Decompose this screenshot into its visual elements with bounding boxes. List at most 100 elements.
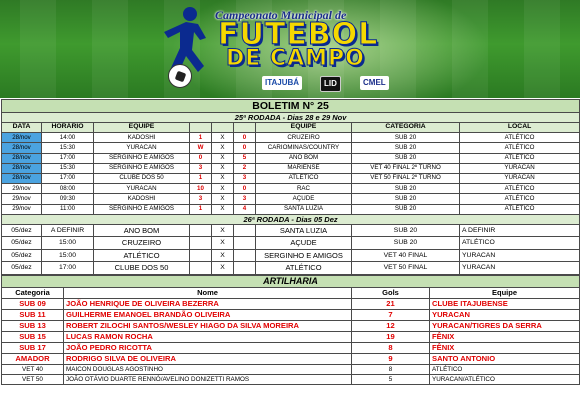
match-time: A DEFINIR xyxy=(41,223,94,238)
scorer-name: JOÃO PEDRO RICOTTA xyxy=(63,342,352,355)
match-row: 05/dez 15:00 ATLÉTICO X SERGINHO E AMIGOS VET… xyxy=(1,248,580,263)
scorer-category: SUB 15 xyxy=(1,331,64,344)
match-vs: X xyxy=(211,152,234,164)
match-vs: X xyxy=(211,261,234,276)
match-home-team: KADOSHI xyxy=(93,193,190,205)
match-away-score: 0 xyxy=(233,132,256,144)
match-home-team: SERGINHO E AMIGOS xyxy=(93,152,190,164)
col-categoria: CATEGORIA xyxy=(351,121,460,134)
match-row: 28/nov 17:00 SERGINHO E AMIGOS 0 X 5 ANO BOM SU… xyxy=(1,152,580,164)
match-time: 17:00 xyxy=(41,152,94,164)
match-category: SUB 20 xyxy=(351,152,460,164)
match-date: 28/nov xyxy=(1,152,42,164)
match-category: SUB 20 xyxy=(351,193,460,205)
match-category: VET 50 FINAL xyxy=(351,261,460,276)
scorer-name: RODRIGO SILVA DE OLIVEIRA xyxy=(63,353,352,366)
match-vs: X xyxy=(211,132,234,144)
col-equipe-away: EQUIPE xyxy=(255,121,352,134)
scorer-category: SUB 17 xyxy=(1,342,64,355)
match-time: 15:30 xyxy=(41,142,94,154)
match-home-score: 1 xyxy=(189,172,212,185)
scorer-team: FÊNIX xyxy=(428,331,580,344)
match-time: 17:00 xyxy=(41,261,94,276)
match-local: ATLÉTICO xyxy=(458,142,580,154)
match-date: 05/dez xyxy=(1,236,42,250)
match-local: YURACAN xyxy=(458,172,580,185)
match-time: 15:00 xyxy=(41,236,94,250)
match-time: 15:00 xyxy=(41,248,94,263)
artilharia-title: ARTILHARIA xyxy=(0,275,580,289)
scorer-goals: 8 xyxy=(351,342,430,355)
scorer-team: CLUBE ITAJUBENSE xyxy=(428,298,580,311)
match-category: VET 40 FINAL xyxy=(351,248,460,263)
banner-title-line2: DE CAMPO xyxy=(226,46,365,72)
match-date: 05/dez xyxy=(1,261,42,276)
scorer-category: SUB 11 xyxy=(1,309,64,322)
scorer-team: ATLÉTICO xyxy=(428,364,580,376)
match-home-score: W xyxy=(189,142,212,154)
match-local: YURACAN xyxy=(458,162,580,174)
match-category: SUB 20 xyxy=(351,236,460,250)
match-category: SUB 20 xyxy=(351,132,460,144)
col-horario: HORÁRIO xyxy=(41,121,94,134)
match-home-team: CLUBE DOS 50 xyxy=(93,172,190,185)
col-score-home xyxy=(189,121,212,134)
scorer-category: SUB 09 xyxy=(1,298,64,311)
sponsor-logo-cmel: CMEL xyxy=(360,76,389,90)
match-row: 28/nov 15:30 SERGINHO E AMIGOS 3 X 2 MARIENSE V… xyxy=(1,162,580,174)
match-home-team: ATLÉTICO xyxy=(93,248,190,263)
sponsor-logo-itajuba: ITAJUBÁ xyxy=(262,76,303,90)
match-local: YURACAN xyxy=(458,261,580,276)
scorer-name: JOÃO HENRIQUE DE OLIVEIRA BEZERRA xyxy=(63,298,352,311)
match-home-team: ANO BOM xyxy=(93,223,190,238)
match-away-team: ATLÉTICO xyxy=(255,172,352,185)
match-row: 05/dez 17:00 CLUBE DOS 50 X ATLÉTICO VET 50 F… xyxy=(1,261,580,276)
match-home-score: 3 xyxy=(189,193,212,205)
match-home-team: CLUBE DOS 50 xyxy=(93,261,190,276)
scorer-row: VET 50 JOÃO OTÁVIO DUARTE RENNÓ/AVELINO D… xyxy=(1,374,580,386)
match-away-team: SANTA LUZIA xyxy=(255,223,352,238)
match-home-team: KADOSHI xyxy=(93,132,190,144)
match-away-score: 3 xyxy=(233,193,256,205)
scorer-name: GUILHERME EMANOEL BRANDÃO OLIVEIRA xyxy=(63,309,352,322)
scorer-row: VET 40 MAICON DOUGLAS AGOSTINHO 8 ATLÉTICO xyxy=(1,364,580,376)
match-away-team: AÇUDE xyxy=(255,236,352,250)
match-vs: X xyxy=(211,223,234,238)
scorer-row: SUB 13 ROBERT ZILOCHI SANTOS/WESLEY HIAGO… xyxy=(1,320,580,333)
scorer-goals: 7 xyxy=(351,309,430,322)
col-equipe-home: EQUIPE xyxy=(93,121,190,134)
match-vs: X xyxy=(211,248,234,263)
match-date: 29/nov xyxy=(1,193,42,205)
match-home-team: CRUZEIRO xyxy=(93,236,190,250)
match-time: 14:00 xyxy=(41,132,94,144)
match-category: SUB 20 xyxy=(351,223,460,238)
scorer-row: SUB 17 JOÃO PEDRO RICOTTA 8 FÊNIX xyxy=(1,342,580,355)
match-away-score xyxy=(233,236,256,250)
scorer-goals: 9 xyxy=(351,353,430,366)
scorer-name: MAICON DOUGLAS AGOSTINHO xyxy=(63,364,352,376)
match-away-score: 4 xyxy=(233,203,256,215)
match-away-team: SERGINHO E AMIGOS xyxy=(255,248,352,263)
scorer-row: AMADOR RODRIGO SILVA DE OLIVEIRA 9 SANTO AN… xyxy=(1,353,580,366)
round2-title-row: 26ª RODADA - Dias 05 Dez xyxy=(0,213,580,225)
match-category: SUB 20 xyxy=(351,203,460,215)
match-vs: X xyxy=(211,142,234,154)
match-away-score: 2 xyxy=(233,162,256,174)
match-local: ATLÉTICO xyxy=(458,193,580,205)
col-score-away xyxy=(233,121,256,134)
match-local: ATLÉTICO xyxy=(458,132,580,144)
match-category: SUB 20 xyxy=(351,183,460,195)
match-home-score xyxy=(189,248,212,263)
scorer-category: VET 40 xyxy=(1,364,64,376)
match-local: ATLÉTICO xyxy=(458,183,580,195)
match-row: 29/nov 09:30 KADOSHI 3 X 3 AÇUDE SUB 20 ATLÉTICO xyxy=(1,193,580,205)
match-row: 28/nov 17:00 CLUBE DOS 50 1 X 3 ATLÉTICO VET 50… xyxy=(1,172,580,185)
match-category: VET 50 FINAL 2º TURNO xyxy=(351,172,460,185)
scorer-name: ROBERT ZILOCHI SANTOS/WESLEY HIAGO DA SI… xyxy=(63,320,352,333)
match-category: VET 40 FINAL 2º TURNO xyxy=(351,162,460,174)
col-x xyxy=(211,121,234,134)
match-away-score: 3 xyxy=(233,172,256,185)
match-away-score: 5 xyxy=(233,152,256,164)
match-time: 17:00 xyxy=(41,172,94,185)
match-away-team: ANO BOM xyxy=(255,152,352,164)
